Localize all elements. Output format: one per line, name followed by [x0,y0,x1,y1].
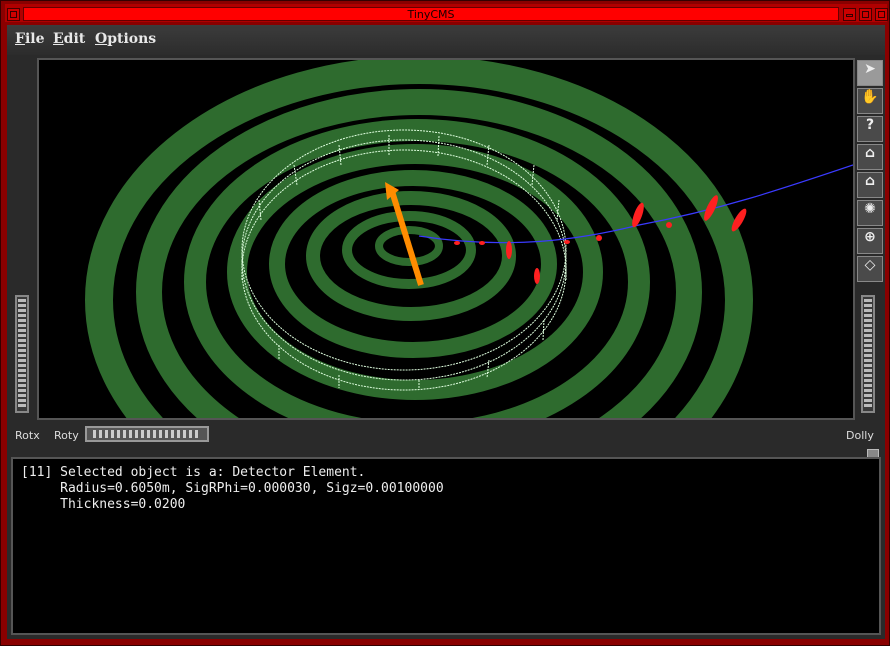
menu-bar: File Edit Options [7,25,885,55]
home-icon[interactable]: ⌂ [857,144,883,170]
wheel-row: Rotx Roty Dolly [7,423,885,445]
roty-label: Roty [54,429,79,442]
hit-marker [506,241,512,259]
window-title: TinyCMS [407,8,455,21]
hit-marker [564,240,570,244]
dolly-wheel[interactable] [861,295,875,413]
console-line: Thickness=0.0200 [21,497,186,512]
console-output[interactable]: [11] Selected object is a: Detector Elem… [11,457,881,635]
pointer-icon[interactable]: ➤ [857,60,883,86]
hit-marker [479,241,485,245]
detector-scene [85,60,853,418]
maximize-button[interactable] [859,8,872,21]
title-fill: TinyCMS [23,7,839,21]
view-all-icon[interactable]: ✺ [857,200,883,226]
menu-options[interactable]: Options [95,31,156,47]
hand-icon[interactable]: ✋ [857,88,883,114]
seek-icon[interactable]: ⊕ [857,228,883,254]
console-line: [11] Selected object is a: Detector Elem… [21,465,366,480]
rotx-wheel[interactable] [15,295,29,413]
hit-marker [534,268,540,284]
minimize-button[interactable] [843,8,856,21]
client-area: File Edit Options ➤ ✋ ? ⌂ ⌂ ✺ ⊕ ◇ Rotx R… [7,25,885,639]
roty-wheel[interactable] [85,426,209,442]
menu-edit[interactable]: Edit [53,31,85,47]
menu-file[interactable]: File [15,31,45,47]
console-line: Radius=0.6050m, SigRPhi=0.000030, Sigz=0… [21,481,444,496]
hit-marker [666,222,672,228]
3d-viewer[interactable] [37,58,855,420]
rotx-label: Rotx [15,429,40,442]
help-icon[interactable]: ? [857,116,883,142]
projection-icon[interactable]: ◇ [857,256,883,282]
dolly-label: Dolly [846,429,874,442]
close-button[interactable] [875,8,888,21]
set-home-icon[interactable]: ⌂ [857,172,883,198]
title-bar[interactable]: TinyCMS [5,4,888,22]
hit-marker [454,241,460,245]
window-menu-button[interactable] [7,8,20,21]
hit-marker [596,235,602,241]
app-window: TinyCMS File Edit Options ➤ ✋ ? ⌂ ⌂ ✺ ⊕ … [0,0,890,646]
